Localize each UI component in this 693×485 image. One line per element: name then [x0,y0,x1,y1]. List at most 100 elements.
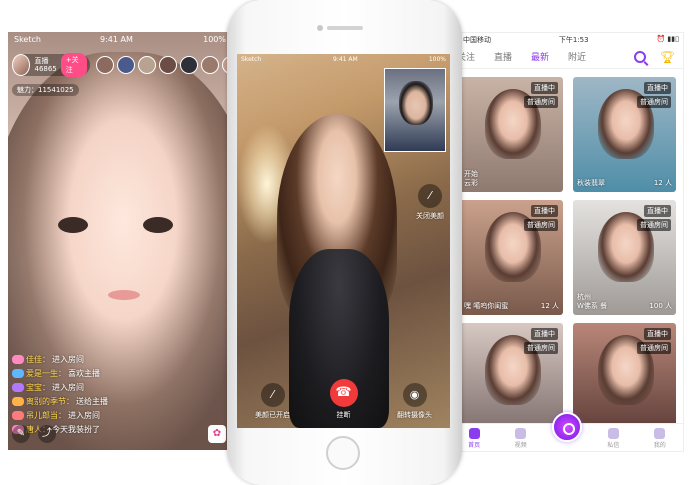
live-list-screen: 中国移动 下午1:53 ⏰ ▮▮▯ 关注 直播 最新 附近 🏆︎ 直播中 普通房间… [450,32,684,452]
stage: Sketch 9:41 AM 100% 直播 46865 +关注 ✕ 魅力：11… [0,0,693,485]
chat-icon[interactable]: ✎ [12,425,30,443]
home-icon [468,428,480,439]
card-caption: 开始 云彩 [464,170,478,187]
go-live-icon [551,412,582,442]
host-eye [143,217,173,233]
chat-message: 离别的季节： 送给主播 [12,396,212,407]
tabbar-golive[interactable] [551,412,582,449]
status-badge: 直播中 普通房间 [637,205,671,231]
tab-live[interactable]: 直播 [494,50,512,63]
magic-wand-icon: ⁄ [260,383,285,407]
level-badge [12,397,24,406]
chat-username[interactable]: 佳佳： [26,354,50,365]
avatar[interactable] [12,54,31,76]
chat-text: 进入房间 [52,355,84,364]
level-badge [12,411,24,420]
live-badge: 直播中 [531,328,558,340]
live-card[interactable]: 直播中 普通房间 杭州 W佛系 餐 100 人 [573,200,676,315]
tab-newest[interactable]: 最新 [531,50,549,63]
self-video [399,81,433,125]
status-badge: 直播中普通房间 [524,328,558,354]
video-call-screen: Sketch 9:41 AM 100% ⁄ 关闭美颜 ⁄ 美颜已开启 ☎ 挂断 [237,54,450,428]
chat-username[interactable]: 吊儿郎当： [26,410,66,421]
follow-button[interactable]: +关注 [60,53,88,77]
self-preview[interactable] [384,68,446,152]
live-card[interactable]: 直播中普通房间 [573,323,676,438]
phone-frame: Sketch 9:41 AM 100% ⁄ 关闭美颜 ⁄ 美颜已开启 ☎ 挂断 [227,0,462,485]
card-caption: 嘿 噶呜你闺蜜 [464,302,509,310]
beauty-off-control[interactable]: ⁄ 关闭美颜 [416,184,444,221]
chat-username[interactable]: 离别的季节： [26,396,74,407]
status-bar: Sketch 9:41 AM 100% [241,56,446,66]
host-pill[interactable]: 直播 46865 +关注 [12,53,91,77]
host-name: 直播 [34,57,49,65]
room-type-badge: 普通房间 [524,342,558,354]
status-bar: Sketch 9:41 AM 100% [14,35,226,47]
magic-wand-icon: ⁄ [418,184,442,208]
room-type-badge: 普通房间 [524,96,558,108]
live-card[interactable]: 直播中 普通房间秋装翡翠 12 人 [573,77,676,192]
battery: 100% [428,56,446,63]
carrier: Sketch [14,35,41,44]
message-icon [607,428,619,439]
avatar[interactable] [138,56,157,74]
tabbar-label: 首页 [468,442,481,449]
chat-text: 喜欢主播 [68,369,100,378]
avatar[interactable] [180,56,199,74]
viewer-count: 12 人 [653,179,672,187]
live-room-screen: Sketch 9:41 AM 100% 直播 46865 +关注 ✕ 魅力：11… [8,32,232,450]
flip-camera-button[interactable]: ◉ 翻转摄像头 [385,383,445,420]
card-caption: 秋装翡翠 [577,179,605,187]
charm-badge: 魅力：11541025 [12,84,79,96]
home-button[interactable] [326,436,360,470]
hangup-button[interactable]: ☎ 挂断 [314,379,374,420]
clock: 下午1:53 [558,36,589,44]
bottom-toolbar: ✎ ⤴ ✿ [12,424,226,444]
carrier: Sketch [241,56,262,63]
host-info: 直播 46865 [34,57,56,73]
chat-username[interactable]: 宝宝： [26,382,50,393]
clock: 9:41 AM [100,35,133,44]
tabbar-label: 我的 [653,442,666,449]
video-icon [515,428,527,439]
room-type-badge: 普通房间 [524,219,558,231]
beauty-button[interactable]: ⁄ 美颜已开启 [243,383,303,420]
room-type-badge: 普通房间 [637,342,671,354]
live-card[interactable]: 直播中 普通房间嘿 噶呜你闺蜜 12 人 [460,200,563,315]
status-badge: 直播中 普通房间 [637,82,671,108]
level-badge [12,369,24,378]
live-badge: 直播中 [531,82,558,94]
tabbar-video[interactable]: 视频 [506,428,536,449]
live-badge: 直播中 [644,328,671,340]
gift-icon[interactable]: ✿ [208,425,226,443]
avatar[interactable] [96,56,115,74]
avatar[interactable] [117,56,136,74]
host-id: 46865 [34,65,57,73]
room-type-badge: 普通房间 [637,96,671,108]
trophy-icon[interactable]: 🏆︎ [660,50,675,64]
host-mouth [108,290,140,300]
viewer-list [96,56,232,74]
flip-camera-label: 翻转摄像头 [397,411,432,419]
tabbar-me[interactable]: 我的 [645,428,675,449]
chat-message: 吊儿郎当： 进入房间 [12,410,212,421]
viewer-count: 100 人 [649,302,672,310]
live-card[interactable]: 直播中普通房间开始 云彩 [460,77,563,192]
chat-username[interactable]: 爱是一生： [26,368,66,379]
tab-nearby[interactable]: 附近 [568,50,586,63]
avatar[interactable] [201,56,220,74]
status-bar: 中国移动 下午1:53 ⏰ ▮▮▯ [451,33,683,45]
chat-text: 进入房间 [68,411,100,420]
tabbar-messages[interactable]: 私信 [598,428,628,449]
chat-message: 爱是一生： 喜欢主播 [12,368,212,379]
tabbar-label: 私信 [607,442,620,449]
live-card[interactable]: 直播中普通房间 [460,323,563,438]
tabbar-label: 视频 [514,442,527,449]
clock: 9:41 AM [333,56,358,63]
chat-text: 送给主播 [76,397,108,406]
avatar[interactable] [159,56,178,74]
tabbar-home[interactable]: 首页 [459,428,489,449]
search-icon[interactable] [633,50,646,63]
share-icon[interactable]: ⤴ [38,425,56,443]
top-tabs: 关注 直播 最新 附近 🏆︎ [451,45,683,69]
